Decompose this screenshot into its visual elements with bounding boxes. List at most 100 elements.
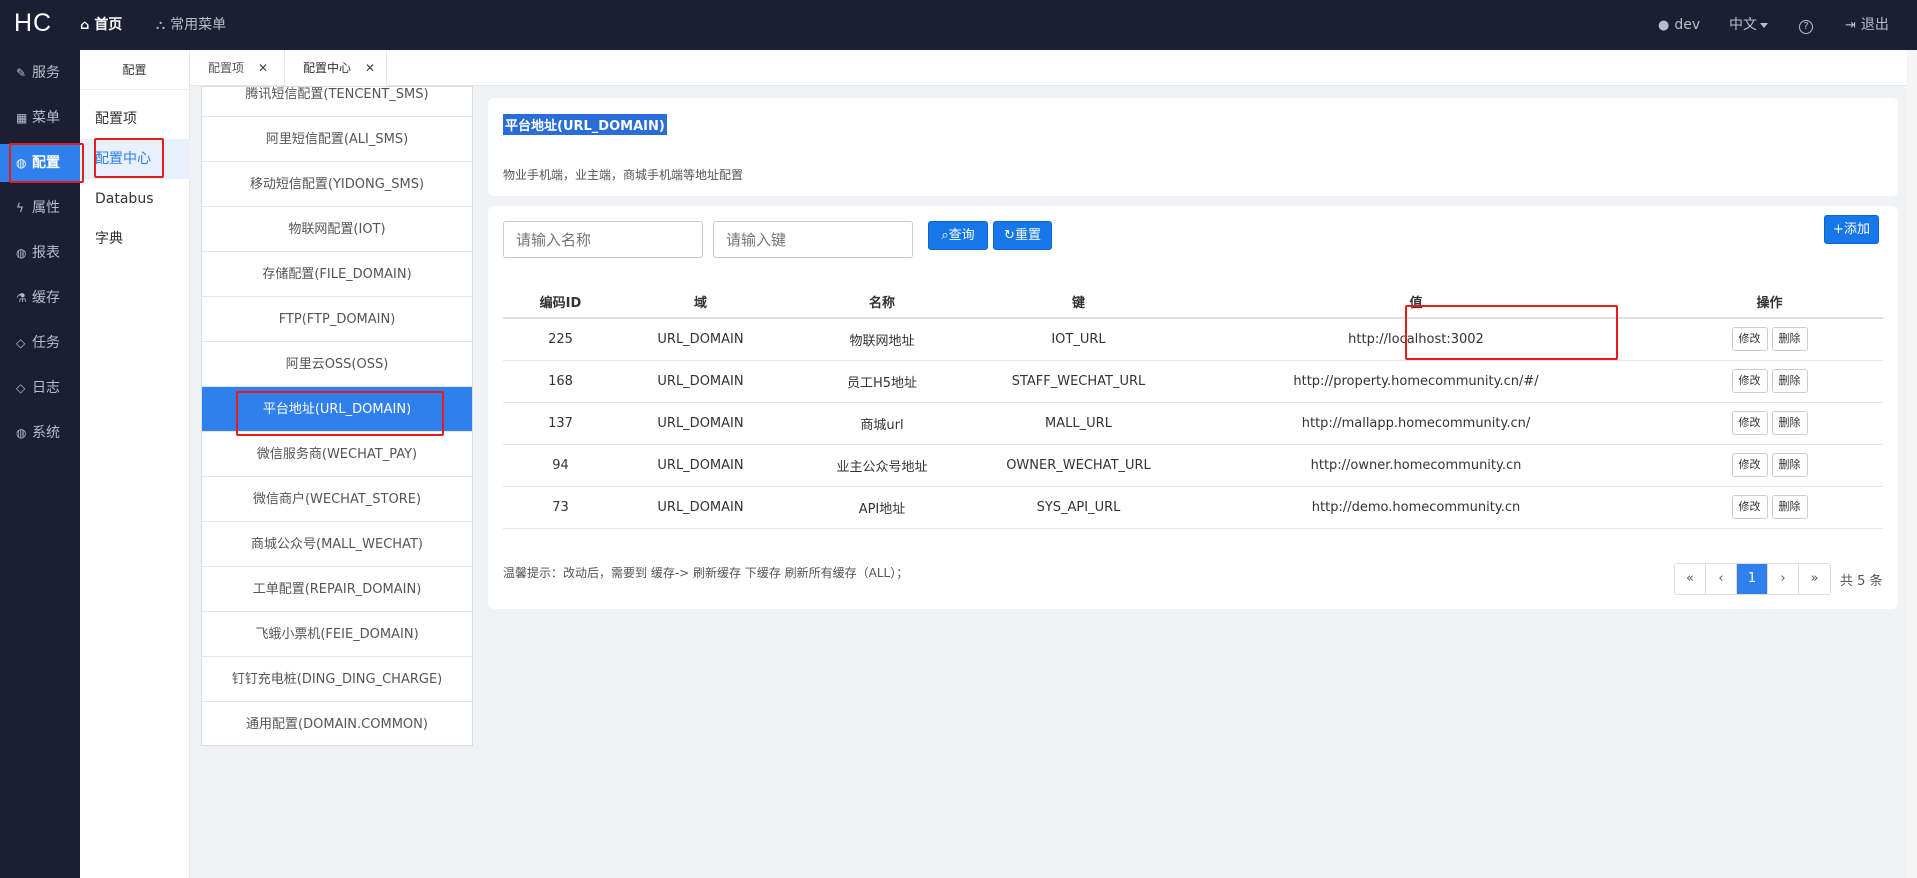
edit-button[interactable]: 修改 — [1731, 327, 1768, 352]
table-row: 137 URL_DOMAIN 商城url MALL_URL http://mal… — [503, 402, 1883, 445]
cell-value: http://property.homecommunity.cn/#/ — [1176, 360, 1656, 403]
cell-name: 物联网地址 — [783, 318, 981, 361]
search-icon: ⌕ — [941, 228, 949, 243]
close-icon[interactable]: ✕ — [258, 61, 268, 75]
domain-item[interactable]: FTP(FTP_DOMAIN) — [202, 297, 472, 342]
add-button[interactable]: +添加 — [1824, 215, 1879, 244]
globe-icon: ◍ — [16, 246, 27, 260]
page-first-button[interactable]: « — [1675, 564, 1706, 594]
table-header-row: 编码ID 域 名称 键 值 操作 — [503, 285, 1883, 319]
logout-button[interactable]: ⇥ 退出 — [1845, 0, 1889, 50]
edit-button[interactable]: 修改 — [1731, 369, 1768, 393]
delete-button[interactable]: 删除 — [1771, 453, 1808, 477]
submenu-title: 配置 — [80, 50, 189, 90]
cell-value: http://owner.homecommunity.cn — [1176, 444, 1656, 487]
tab-config-items[interactable]: 配置项 ✕ — [190, 50, 285, 86]
domain-item[interactable]: 腾讯短信配置(TENCENT_SMS) — [202, 87, 472, 117]
help-button[interactable]: ? — [1799, 0, 1813, 50]
domain-list: 腾讯短信配置(TENCENT_SMS) 阿里短信配置(ALI_SMS) 移动短信… — [201, 86, 473, 746]
cell-key: OWNER_WECHAT_URL — [981, 444, 1176, 487]
cache-refresh-tip: 温馨提示：改动后，需要到 缓存-> 刷新缓存 下缓存 刷新所有缓存（ALL）； — [503, 566, 909, 580]
sidebar-item-log[interactable]: ◇ 日志 — [0, 369, 80, 407]
edit-button[interactable]: 修改 — [1731, 495, 1768, 519]
key-search-input[interactable] — [713, 221, 913, 258]
domain-item[interactable]: 物联网配置(IOT) — [202, 207, 472, 252]
edit-button[interactable]: 修改 — [1731, 411, 1768, 435]
submenu-item-dictionary[interactable]: 字典 — [80, 219, 190, 259]
cell-value: http://mallapp.homecommunity.cn/ — [1176, 402, 1656, 445]
edit-icon: ✎ — [16, 66, 27, 80]
nav-home-label: 首页 — [94, 17, 123, 33]
edit-button[interactable]: 修改 — [1731, 453, 1768, 477]
domain-item[interactable]: 阿里短信配置(ALI_SMS) — [202, 117, 472, 162]
language-select[interactable]: 中文 — [1729, 0, 1768, 50]
plus-icon: + — [1833, 222, 1844, 237]
page-scrollbar[interactable] — [1907, 50, 1917, 878]
domain-item[interactable]: 移动短信配置(YIDONG_SMS) — [202, 162, 472, 207]
cell-domain: URL_DOMAIN — [618, 402, 783, 445]
cell-domain: URL_DOMAIN — [618, 444, 783, 487]
sidebar-item-label: 报表 — [32, 245, 60, 261]
config-table: 编码ID 域 名称 键 值 操作 225 URL_DOMAIN 物联网地址 IO… — [503, 285, 1883, 529]
flask-icon: ⚗ — [16, 291, 27, 305]
submenu-item-config-center[interactable]: 配置中心 — [80, 139, 190, 179]
reset-button[interactable]: ↻重置 — [993, 221, 1052, 250]
sidebar-item-attribute[interactable]: ϟ 属性 — [0, 189, 80, 227]
page-current-button[interactable]: 1 — [1737, 564, 1768, 594]
cell-domain: URL_DOMAIN — [618, 486, 783, 529]
user-icon: ● — [1658, 18, 1670, 33]
delete-button[interactable]: 删除 — [1771, 495, 1808, 519]
add-button-label: 添加 — [1843, 222, 1870, 237]
cell-domain: URL_DOMAIN — [618, 318, 783, 361]
sidebar-item-task[interactable]: ◇ 任务 — [0, 324, 80, 362]
table-row: 225 URL_DOMAIN 物联网地址 IOT_URL http://loca… — [503, 318, 1883, 361]
domain-item[interactable]: 阿里云OSS(OSS) — [202, 342, 472, 387]
sidebar-item-service[interactable]: ✎ 服务 — [0, 54, 80, 92]
col-header-actions: 操作 — [1656, 285, 1883, 319]
query-button[interactable]: ⌕查询 — [928, 221, 988, 250]
sidebar-item-system[interactable]: ◍ 系统 — [0, 414, 80, 452]
nav-home[interactable]: ⌂ 首页 — [80, 0, 122, 50]
nav-common-menu[interactable]: ⛬ 常用菜单 — [156, 0, 226, 50]
domain-item-selected[interactable]: 平台地址(URL_DOMAIN) — [202, 387, 472, 432]
domain-item[interactable]: 通用配置(DOMAIN.COMMON) — [202, 702, 472, 745]
cell-name: 员工H5地址 — [783, 360, 981, 403]
domain-item[interactable]: 商城公众号(MALL_WECHAT) — [202, 522, 472, 567]
page-last-button[interactable]: » — [1799, 564, 1830, 594]
page-prev-button[interactable]: ‹ — [1706, 564, 1737, 594]
sidebar-item-menu[interactable]: ▦ 菜单 — [0, 99, 80, 137]
sidebar-item-config[interactable]: ◍ 配置 — [0, 144, 80, 182]
domain-item[interactable]: 飞蛾小票机(FEIE_DOMAIN) — [202, 612, 472, 657]
domain-item[interactable]: 微信商户(WECHAT_STORE) — [202, 477, 472, 522]
cell-id: 225 — [503, 318, 618, 361]
app-logo[interactable]: HC — [14, 9, 52, 38]
cell-key: SYS_API_URL — [981, 486, 1176, 529]
domain-item[interactable]: 钉钉充电桩(DING_DING_CHARGE) — [202, 657, 472, 702]
table-row: 73 URL_DOMAIN API地址 SYS_API_URL http://d… — [503, 486, 1883, 529]
close-icon[interactable]: ✕ — [365, 61, 375, 75]
cell-value: http://demo.homecommunity.cn — [1176, 486, 1656, 529]
sidebar-item-cache[interactable]: ⚗ 缓存 — [0, 279, 80, 317]
sidebar-item-label: 日志 — [32, 380, 60, 396]
domain-item[interactable]: 微信服务商(WECHAT_PAY) — [202, 432, 472, 477]
delete-button[interactable]: 删除 — [1771, 369, 1808, 393]
cell-id: 168 — [503, 360, 618, 403]
tab-config-center[interactable]: 配置中心 ✕ — [285, 50, 387, 86]
delete-button[interactable]: 删除 — [1771, 411, 1808, 435]
col-header-key: 键 — [981, 285, 1176, 319]
tab-label: 配置项 — [208, 61, 245, 75]
delete-button[interactable]: 删除 — [1771, 327, 1808, 352]
cell-id: 137 — [503, 402, 618, 445]
domain-item[interactable]: 工单配置(REPAIR_DOMAIN) — [202, 567, 472, 612]
page-next-button[interactable]: › — [1768, 564, 1799, 594]
domain-item[interactable]: 存储配置(FILE_DOMAIN) — [202, 252, 472, 297]
user-menu[interactable]: ● dev — [1658, 0, 1700, 50]
submenu-item-databus[interactable]: Databus — [80, 179, 190, 219]
page-title: 平台地址(URL_DOMAIN) — [503, 114, 667, 135]
col-header-domain: 域 — [618, 285, 783, 319]
cell-key: STAFF_WECHAT_URL — [981, 360, 1176, 403]
submenu-item-config-items[interactable]: 配置项 — [80, 99, 190, 139]
name-search-input[interactable] — [503, 221, 703, 258]
sidebar-item-report[interactable]: ◍ 报表 — [0, 234, 80, 272]
cell-id: 73 — [503, 486, 618, 529]
